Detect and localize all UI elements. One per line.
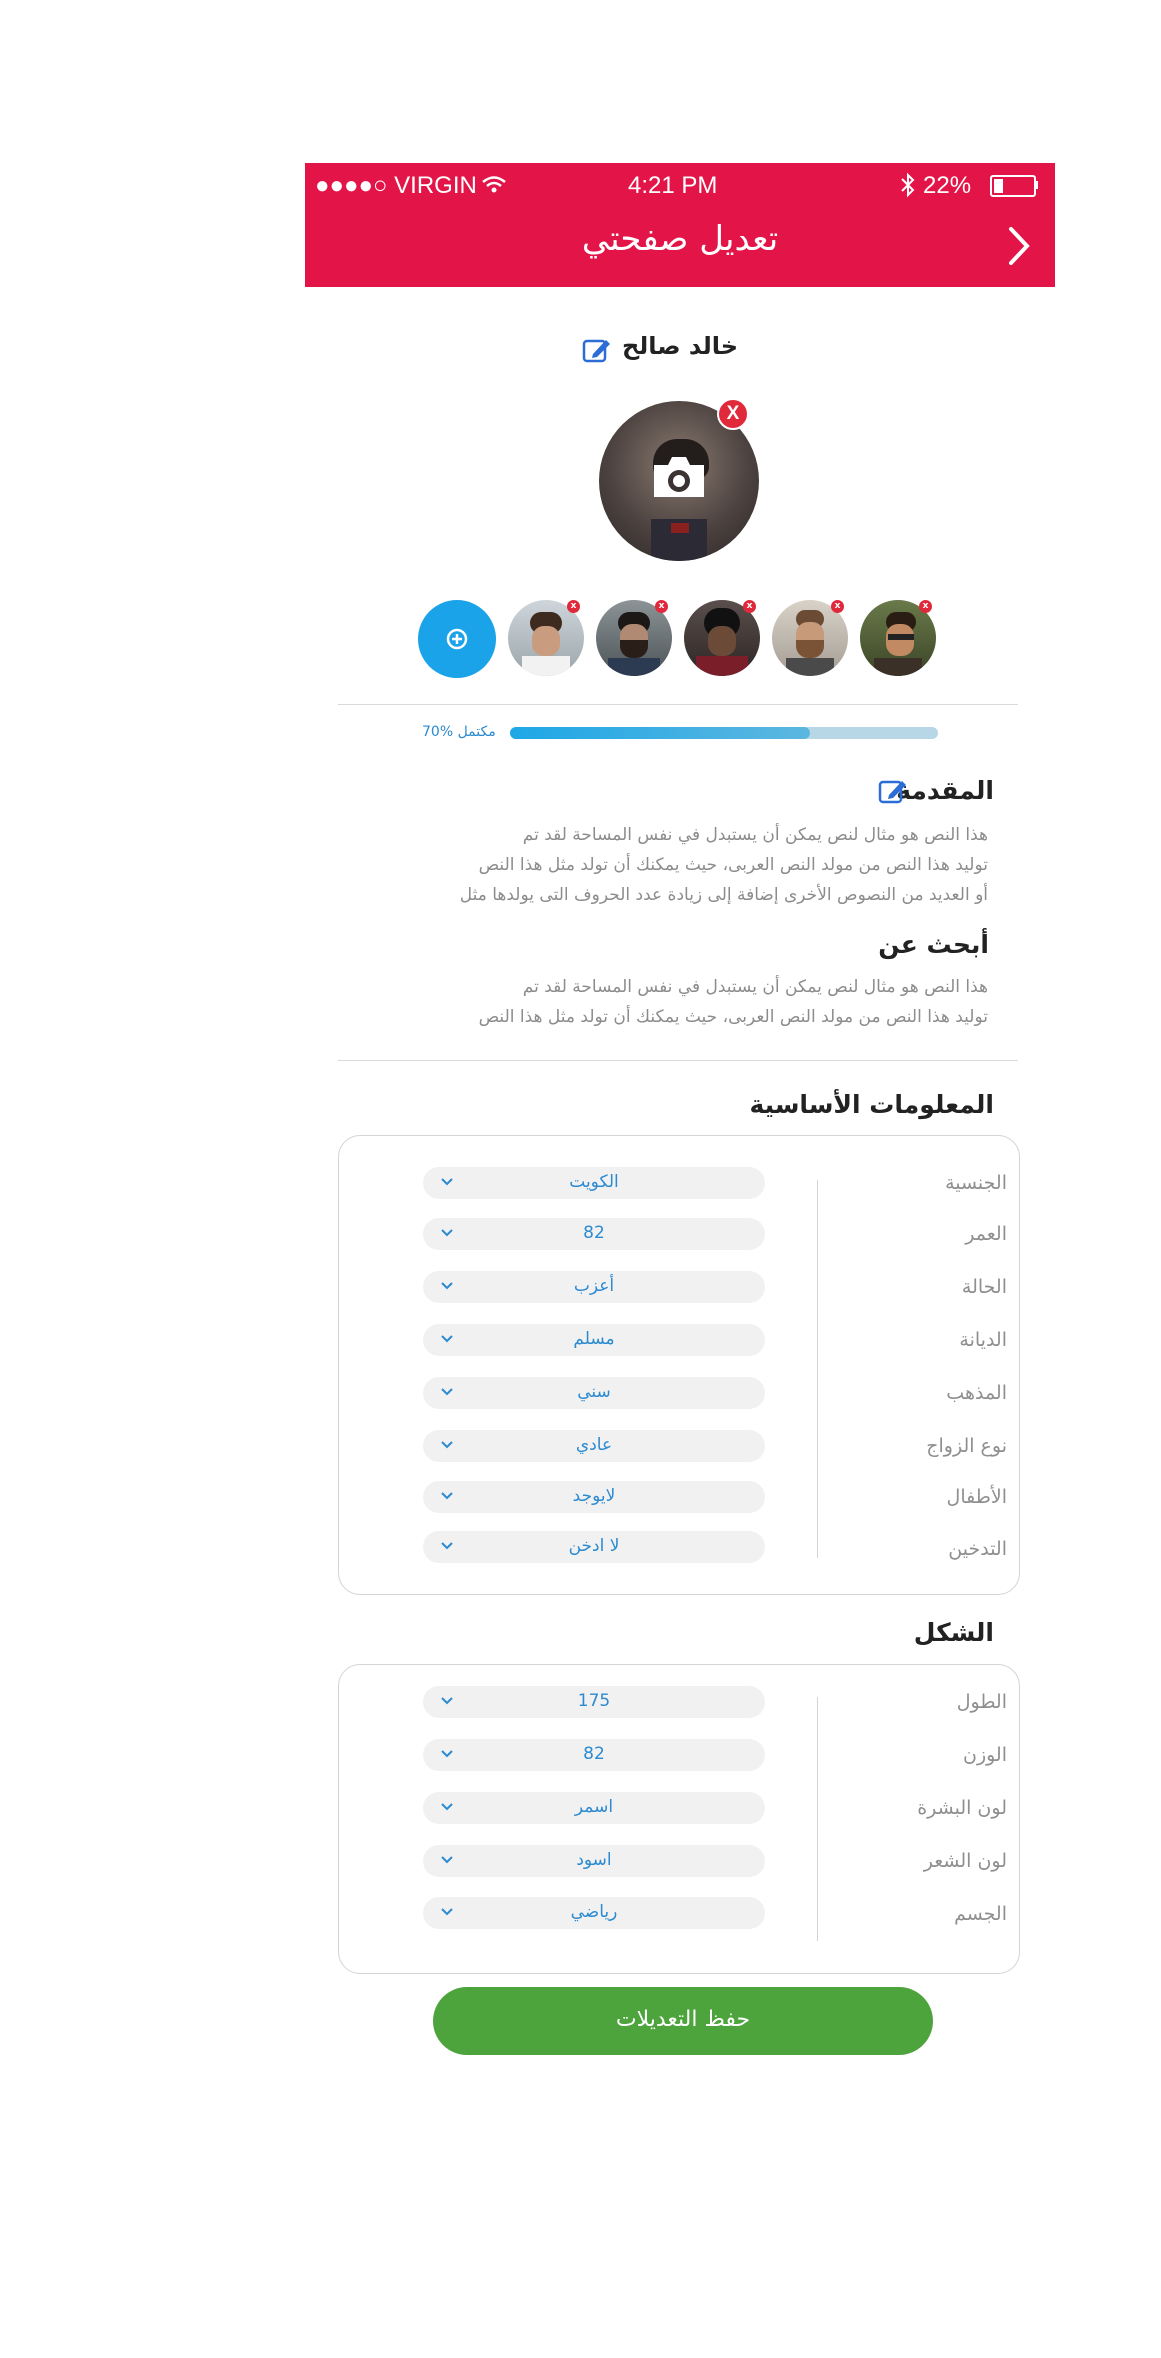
camera-icon[interactable] xyxy=(650,453,708,501)
plus-icon xyxy=(446,628,468,650)
intro-heading: المقدمة xyxy=(896,776,994,805)
appearance-heading: الشكل xyxy=(913,1618,994,1647)
chevron-down-icon xyxy=(441,1388,453,1396)
looking-for-line: توليد هذا النص من مولد النص العربى، حيث … xyxy=(478,1007,988,1027)
battery-icon xyxy=(990,175,1036,197)
hair-color-select[interactable]: اسود xyxy=(423,1845,765,1877)
select-value: مسلم xyxy=(573,1329,615,1349)
row-label: العمر xyxy=(965,1223,1007,1245)
row-label: المذهب xyxy=(946,1382,1007,1404)
chevron-down-icon xyxy=(441,1750,453,1758)
divider xyxy=(338,704,1018,705)
profile-progress-bar xyxy=(510,727,938,739)
select-value: أعزب xyxy=(573,1276,615,1296)
intro-line: توليد هذا النص من مولد النص العربى، حيث … xyxy=(478,855,988,875)
sect-select[interactable]: سني xyxy=(423,1377,765,1409)
row-label: الجسم xyxy=(954,1903,1007,1925)
clock-time: 4:21 PM xyxy=(628,172,718,199)
looking-for-text: هذا النص هو مثال لنص يمكن أن يستبدل في ن… xyxy=(479,972,988,1032)
smoking-select[interactable]: لا ادخن xyxy=(423,1531,765,1563)
select-value: سني xyxy=(577,1382,611,1402)
save-changes-button[interactable]: حفظ التعديلات xyxy=(433,1987,933,2055)
app-header: ●●●●○ VIRGIN 4:21 PM 22% تعديل صفحتي xyxy=(305,163,1055,287)
row-label: الأطفال xyxy=(946,1486,1007,1508)
row-label: نوع الزواج xyxy=(926,1435,1007,1457)
select-value: 82 xyxy=(583,1744,605,1764)
chevron-down-icon xyxy=(441,1697,453,1705)
chevron-down-icon xyxy=(441,1908,453,1916)
select-value: 175 xyxy=(577,1691,611,1711)
remove-photo-icon[interactable]: x xyxy=(919,600,932,613)
row-label: الديانة xyxy=(959,1329,1007,1351)
intro-line: هذا النص هو مثال لنص يمكن أن يستبدل في ن… xyxy=(522,825,988,845)
chevron-down-icon xyxy=(441,1803,453,1811)
appearance-card: الطول 175 الوزن 82 لون البشرة اسمر لون ا… xyxy=(338,1664,1020,1974)
wifi-icon xyxy=(482,176,506,193)
select-value: 82 xyxy=(583,1223,605,1243)
intro-text: هذا النص هو مثال لنص يمكن أن يستبدل في ن… xyxy=(460,820,988,910)
profile-name: خالد صالح xyxy=(622,332,739,360)
remove-avatar-icon[interactable]: X xyxy=(717,398,749,430)
row-label: التدخين xyxy=(948,1538,1007,1560)
chevron-down-icon xyxy=(441,1492,453,1500)
height-select[interactable]: 175 xyxy=(423,1686,765,1718)
chevron-down-icon xyxy=(441,1542,453,1550)
chevron-down-icon xyxy=(441,1441,453,1449)
progress-fill xyxy=(510,727,810,739)
status-select[interactable]: أعزب xyxy=(423,1271,765,1303)
row-label: الطول xyxy=(956,1691,1007,1713)
looking-for-line: هذا النص هو مثال لنص يمكن أن يستبدل في ن… xyxy=(522,977,988,997)
chevron-down-icon xyxy=(441,1282,453,1290)
row-label: الوزن xyxy=(962,1744,1007,1766)
chevron-right-icon[interactable] xyxy=(1003,225,1035,267)
select-value: عادي xyxy=(575,1435,613,1455)
row-label: لون البشرة xyxy=(917,1797,1007,1819)
chevron-down-icon xyxy=(441,1335,453,1343)
divider xyxy=(338,1060,1018,1061)
basic-info-heading: المعلومات الأساسية xyxy=(749,1090,994,1119)
children-select[interactable]: لايوجد xyxy=(423,1481,765,1513)
remove-photo-icon[interactable]: x xyxy=(831,600,844,613)
row-label: الجنسية xyxy=(945,1172,1007,1194)
bluetooth-icon xyxy=(901,172,915,198)
religion-select[interactable]: مسلم xyxy=(423,1324,765,1356)
chevron-down-icon xyxy=(441,1229,453,1237)
remove-photo-icon[interactable]: x xyxy=(655,600,668,613)
edit-intro-icon[interactable] xyxy=(878,777,908,805)
weight-select[interactable]: 82 xyxy=(423,1739,765,1771)
row-label: الحالة xyxy=(961,1276,1007,1298)
remove-photo-icon[interactable]: x xyxy=(567,600,580,613)
select-value: اسمر xyxy=(574,1797,614,1817)
select-value: لا ادخن xyxy=(568,1536,620,1556)
age-select[interactable]: 82 xyxy=(423,1218,765,1250)
body-select[interactable]: رياضي xyxy=(423,1897,765,1929)
select-value: الكويت xyxy=(569,1172,619,1192)
skin-color-select[interactable]: اسمر xyxy=(423,1792,765,1824)
save-button-label: حفظ التعديلات xyxy=(615,2007,751,2032)
select-value: اسود xyxy=(576,1850,612,1870)
select-value: رياضي xyxy=(570,1902,618,1922)
edit-name-icon[interactable] xyxy=(582,336,612,364)
row-label: لون الشعر xyxy=(923,1850,1007,1872)
select-value: لايوجد xyxy=(572,1486,616,1506)
looking-for-heading: أبحث عن xyxy=(878,930,989,959)
add-photo-button[interactable] xyxy=(418,600,496,678)
battery-percent: 22% xyxy=(923,172,972,199)
basic-info-card: الجنسية الكويت العمر 82 الحالة أعزب الدي… xyxy=(338,1135,1020,1595)
nationality-select[interactable]: الكويت xyxy=(423,1167,765,1199)
page-title: تعديل صفحتي xyxy=(581,219,779,259)
remove-photo-icon[interactable]: x xyxy=(743,600,756,613)
chevron-down-icon xyxy=(441,1856,453,1864)
chevron-down-icon xyxy=(441,1178,453,1186)
progress-label: 70% مكتمل xyxy=(422,724,496,740)
marriage-type-select[interactable]: عادي xyxy=(423,1430,765,1462)
intro-line: أو العديد من النصوص الأخرى إضافة إلى زيا… xyxy=(459,885,988,905)
carrier-label: ●●●●○ VIRGIN xyxy=(315,172,477,199)
